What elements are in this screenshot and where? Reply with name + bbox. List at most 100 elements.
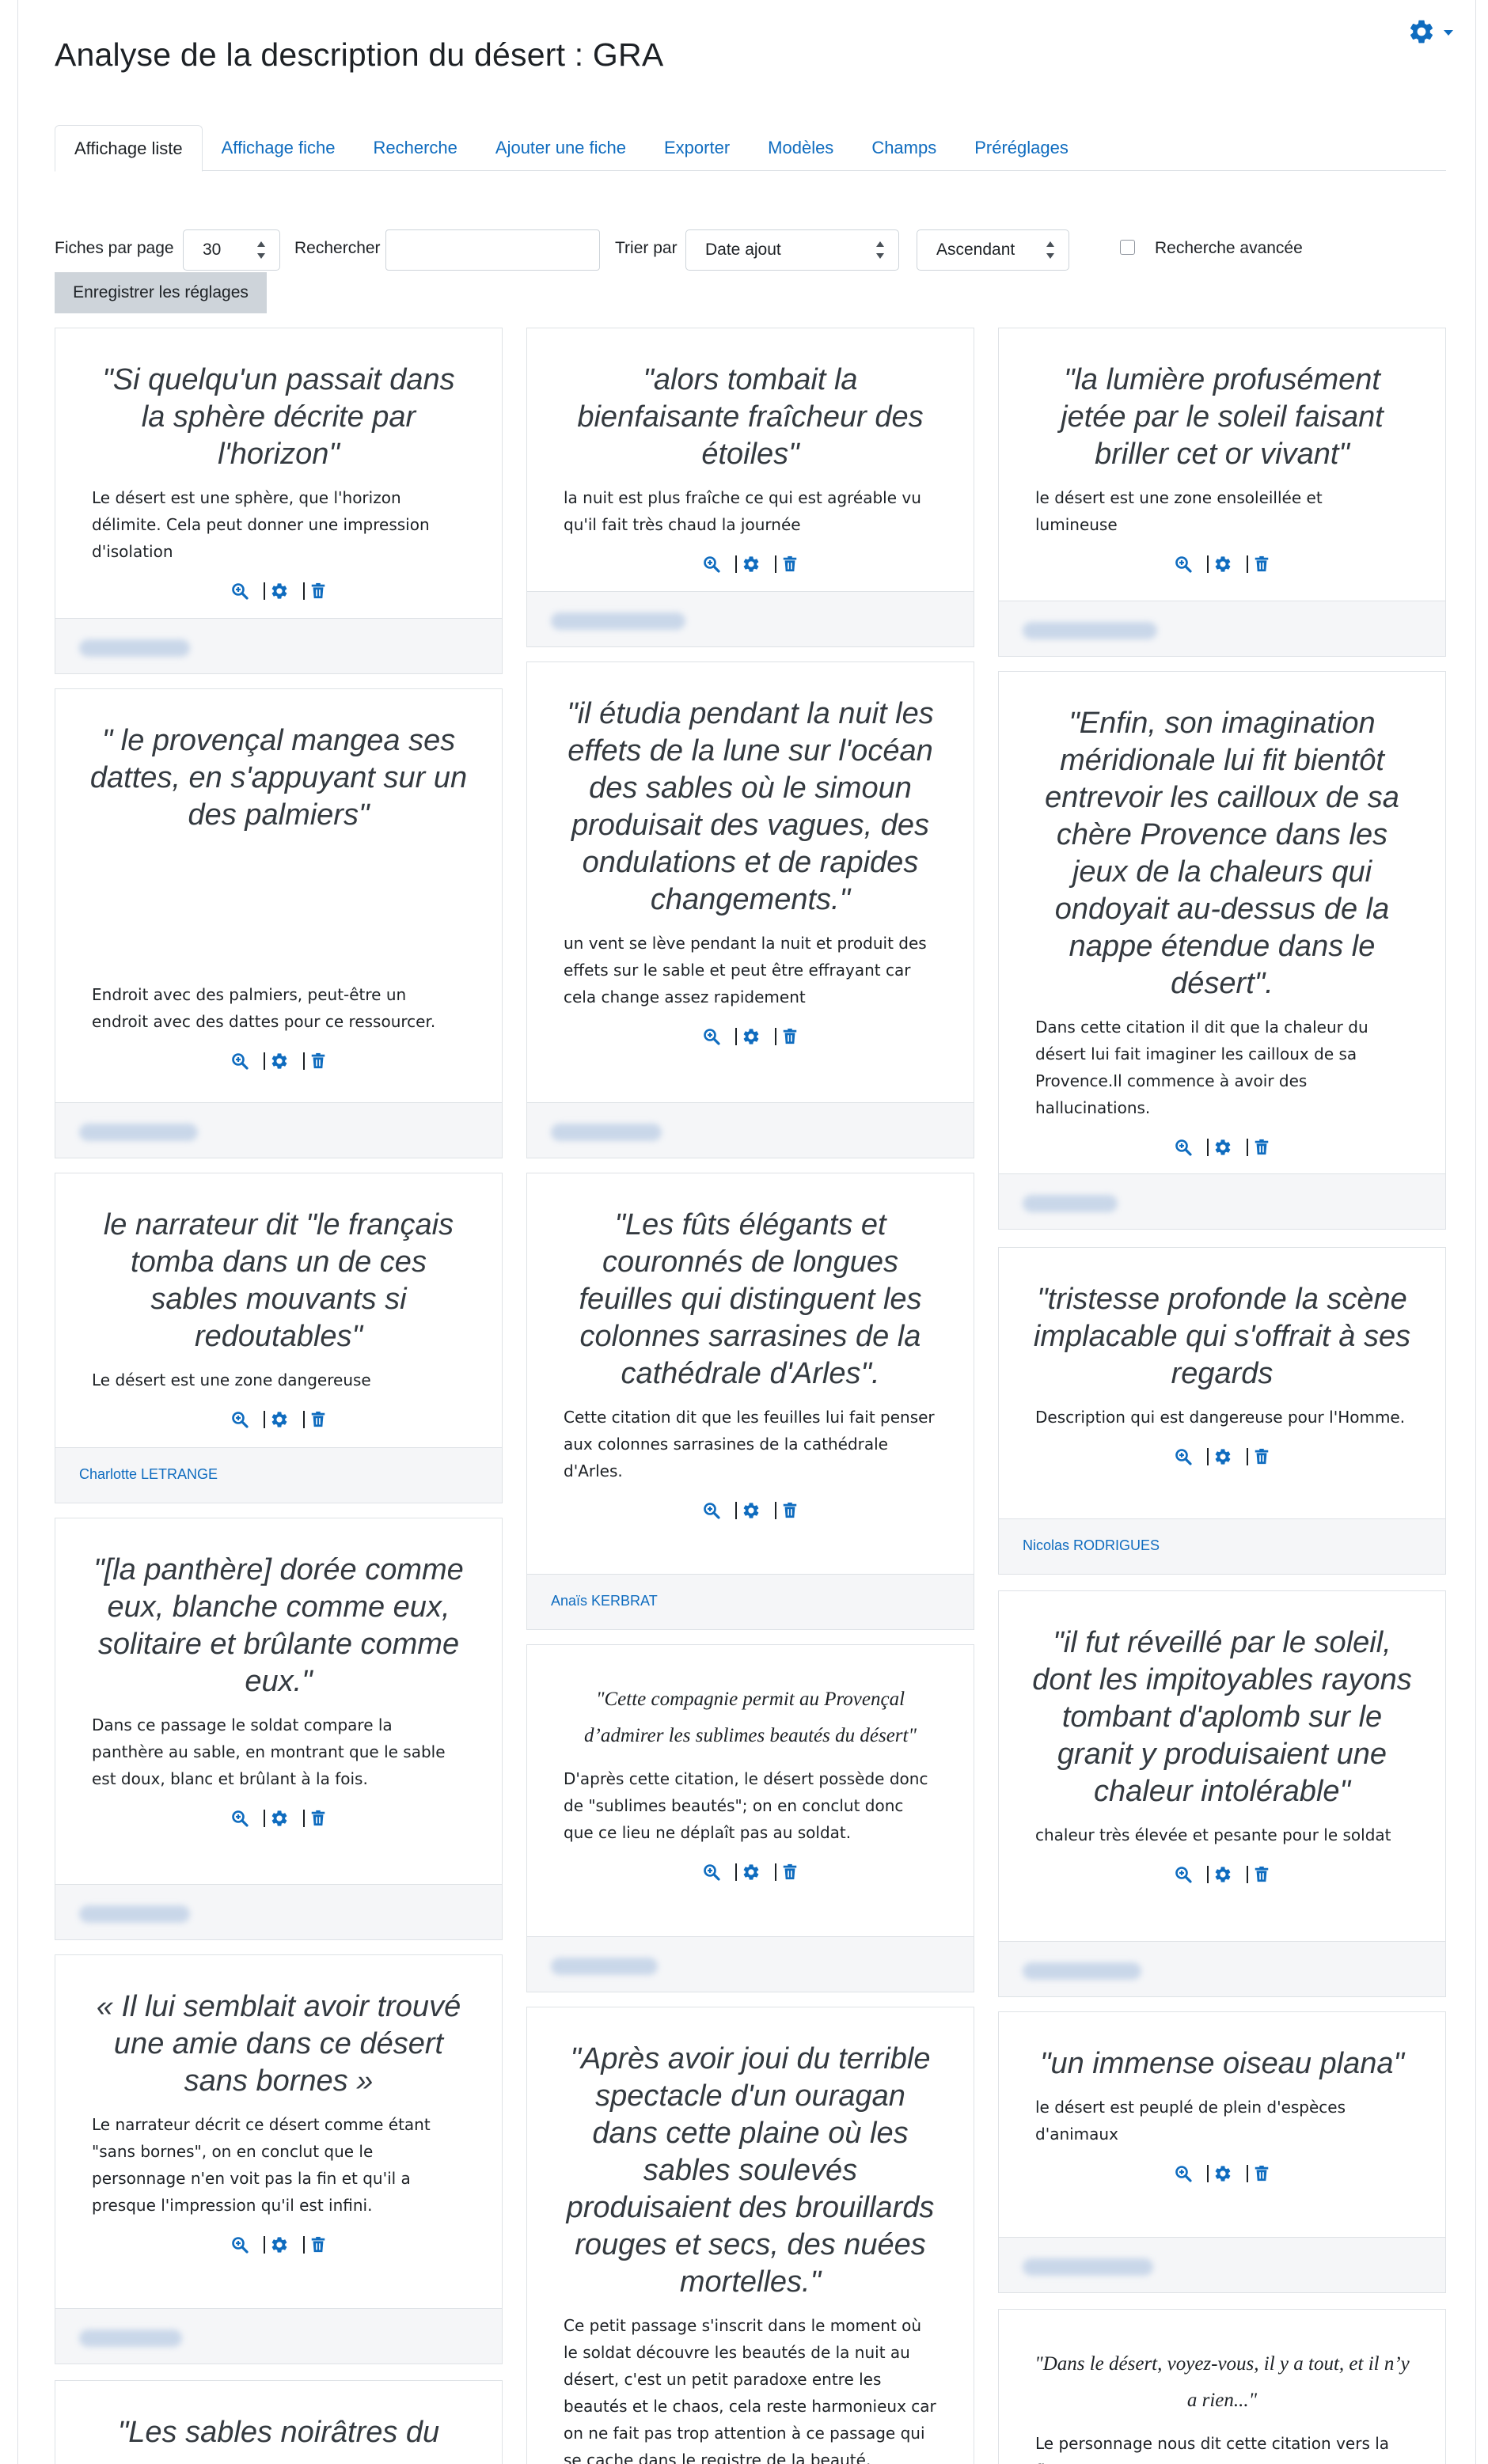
view-entry-button[interactable] — [702, 1027, 721, 1046]
settings-menu-button[interactable] — [1407, 17, 1456, 46]
view-entry-button[interactable] — [230, 582, 249, 601]
edit-entry-button[interactable] — [270, 1410, 289, 1429]
delete-entry-button[interactable] — [1253, 1139, 1270, 1156]
view-entry-button[interactable] — [702, 555, 721, 574]
edit-entry-button[interactable] — [1213, 555, 1232, 574]
edit-entry-button[interactable] — [270, 1809, 289, 1828]
entry-footer — [55, 1884, 502, 1939]
entry-quote: "un immense oiseau plana" — [1039, 2047, 1405, 2080]
entry-actions — [527, 1860, 974, 1884]
delete-entry-button[interactable] — [309, 1052, 327, 1070]
entry-quote: "la lumière profusément jetée par le sol… — [1061, 363, 1384, 471]
delete-entry-button[interactable] — [309, 1810, 327, 1827]
view-entry-button[interactable] — [702, 1501, 721, 1520]
edit-entry-button[interactable] — [1213, 1138, 1232, 1157]
magnifier-plus-icon — [1175, 1449, 1192, 1465]
entry-card: le narrateur dit "le français tomba dans… — [55, 1173, 503, 1503]
tab-affichage-liste[interactable]: Affichage liste — [55, 125, 203, 172]
entry-quote: "Cette compagnie permit au Provençal d’a… — [584, 1689, 917, 1746]
author-link[interactable]: Charlotte LETRANGE — [79, 1466, 218, 1483]
delete-entry-button[interactable] — [1253, 1866, 1270, 1883]
view-entry-button[interactable] — [1174, 1447, 1193, 1466]
delete-entry-button[interactable] — [309, 1411, 327, 1428]
entry-description: Endroit avec des palmiers, peut-être un … — [92, 985, 436, 1031]
advanced-search-label: Recherche avancée — [1155, 239, 1303, 257]
edit-entry-button[interactable] — [742, 1863, 761, 1882]
delete-entry-button[interactable] — [309, 2236, 327, 2254]
delete-entry-button[interactable] — [1253, 1448, 1270, 1465]
delete-entry-button[interactable] — [781, 1863, 799, 1881]
delete-entry-button[interactable] — [309, 582, 327, 600]
trash-icon — [783, 1863, 797, 1880]
gear-icon — [271, 1412, 287, 1427]
trash-icon — [783, 1028, 797, 1044]
chevron-down-icon — [1444, 30, 1453, 36]
view-entry-button[interactable] — [1174, 1865, 1193, 1884]
magnifier-plus-icon — [232, 583, 249, 600]
sort-select[interactable]: Date ajout — [685, 229, 899, 271]
tab-prereglages[interactable]: Préréglages — [955, 125, 1088, 171]
delete-entry-button[interactable] — [1253, 2165, 1270, 2182]
entry-card: "Dans le désert, voyez-vous, il y a tout… — [998, 2309, 1446, 2464]
tab-exporter[interactable]: Exporter — [645, 125, 749, 171]
entry-card: "il étudia pendant la nuit les effets de… — [526, 661, 974, 1158]
divider — [1207, 555, 1209, 573]
search-input[interactable] — [385, 229, 600, 271]
edit-entry-button[interactable] — [1213, 2164, 1232, 2183]
entry-quote: le narrateur dit "le français tomba dans… — [103, 1208, 454, 1353]
tab-affichage-fiche[interactable]: Affichage fiche — [203, 125, 355, 171]
view-entry-button[interactable] — [1174, 1138, 1193, 1157]
edit-entry-button[interactable] — [270, 1052, 289, 1071]
tab-champs[interactable]: Champs — [852, 125, 955, 171]
view-entry-button[interactable] — [1174, 2164, 1193, 2183]
entry-actions — [55, 579, 502, 603]
view-entry-button[interactable] — [230, 1809, 249, 1828]
entry-footer — [527, 591, 974, 646]
divider — [303, 2236, 305, 2254]
entry-card: "Enfin, son imagination méridionale lui … — [998, 671, 1446, 1230]
edit-entry-button[interactable] — [270, 2235, 289, 2254]
magnifier-plus-icon — [232, 1810, 249, 1827]
edit-entry-button[interactable] — [1213, 1447, 1232, 1466]
edit-entry-button[interactable] — [270, 582, 289, 601]
magnifier-plus-icon — [1175, 1139, 1192, 1156]
entry-footer — [999, 1173, 1445, 1229]
view-entry-button[interactable] — [702, 1863, 721, 1882]
author-link[interactable]: Nicolas RODRIGUES — [1023, 1537, 1160, 1554]
delete-entry-button[interactable] — [781, 1502, 799, 1519]
tab-ajouter-fiche[interactable]: Ajouter une fiche — [476, 125, 645, 171]
edit-entry-button[interactable] — [742, 1027, 761, 1046]
delete-entry-button[interactable] — [781, 555, 799, 573]
entry-quote: " le provençal mangea ses dattes, en s'a… — [89, 724, 468, 832]
tab-modeles[interactable]: Modèles — [749, 125, 852, 171]
trash-icon — [783, 1502, 797, 1518]
per-page-select[interactable]: 30 — [183, 229, 280, 271]
edit-entry-button[interactable] — [742, 555, 761, 574]
entry-description: Description qui est dangereuse pour l'Ho… — [1035, 1408, 1406, 1427]
save-settings-button[interactable]: Enregistrer les réglages — [55, 272, 267, 313]
entry-quote: "alors tombait la bienfaisante fraîcheur… — [577, 363, 924, 471]
divider — [1247, 2165, 1248, 2182]
gear-icon — [1215, 1139, 1231, 1155]
delete-entry-button[interactable] — [1253, 555, 1270, 573]
divider — [264, 1052, 265, 1070]
view-entry-button[interactable] — [230, 2235, 249, 2254]
order-select[interactable]: Ascendant — [917, 229, 1069, 271]
author-link[interactable]: Anaïs KERBRAT — [551, 1593, 658, 1609]
entry-footer — [999, 1941, 1445, 1996]
magnifier-plus-icon — [1175, 1867, 1192, 1883]
tab-recherche[interactable]: Recherche — [355, 125, 476, 171]
edit-entry-button[interactable] — [742, 1501, 761, 1520]
view-entry-button[interactable] — [230, 1052, 249, 1071]
magnifier-plus-icon — [704, 1029, 720, 1045]
delete-entry-button[interactable] — [781, 1028, 799, 1045]
gear-icon — [743, 1029, 759, 1044]
view-entry-button[interactable] — [1174, 555, 1193, 574]
edit-entry-button[interactable] — [1213, 1865, 1232, 1884]
advanced-search-checkbox[interactable] — [1120, 240, 1135, 255]
view-entry-button[interactable] — [230, 1410, 249, 1429]
entry-actions — [55, 1806, 502, 1830]
divider — [775, 555, 776, 573]
divider — [735, 1502, 737, 1519]
entry-card: "Si quelqu'un passait dans la sphère déc… — [55, 328, 503, 674]
